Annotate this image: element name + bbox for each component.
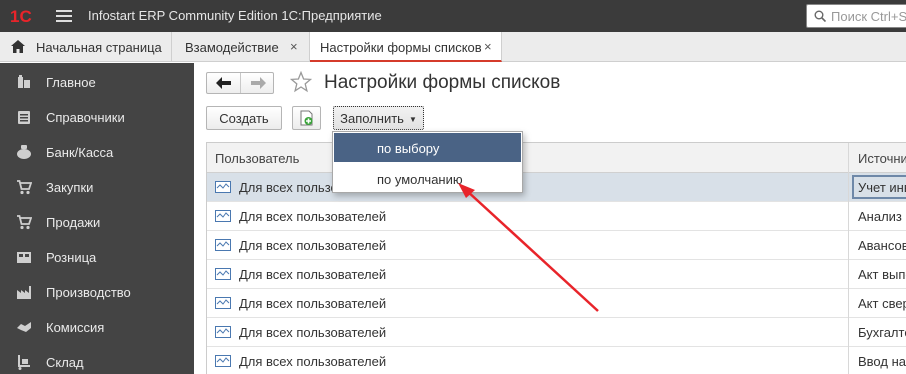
production-icon [17, 286, 31, 299]
list-setting-icon [215, 239, 231, 251]
fill-button-label: Заполнить [340, 111, 404, 126]
sidebar-item-sales[interactable]: Продажи [0, 204, 194, 239]
retail-icon [17, 252, 31, 263]
sidebar-item-label: Производство [46, 285, 131, 300]
sidebar-item-label: Банк/Касса [46, 145, 114, 160]
home-icon [11, 40, 25, 53]
sidebar-item-production[interactable]: Производство [0, 274, 194, 309]
tab-bar: Начальная страница Взамодействие × Настр… [0, 32, 906, 62]
sidebar-item-label: Розница [46, 250, 97, 265]
user-cell: Для всех пользователей [239, 296, 387, 311]
favorite-star-icon[interactable] [290, 71, 312, 93]
list-setting-icon [215, 326, 231, 338]
list-setting-icon [215, 268, 231, 280]
menu-item-by-choice[interactable]: по выбору [334, 133, 521, 162]
sidebar-item-label: Комиссия [46, 320, 105, 335]
user-cell: Для всех пользователей [239, 325, 387, 340]
sidebar-item-catalogs[interactable]: Справочники [0, 99, 194, 134]
sidebar-item-retail[interactable]: Розница [0, 239, 194, 274]
page-title: Настройки формы списков [324, 72, 561, 93]
table-row[interactable]: Для всех пользователей Акт сверк [207, 289, 906, 318]
sidebar-item-commission[interactable]: Комиссия [0, 309, 194, 344]
tab-close-icon[interactable]: × [290, 39, 298, 54]
add-copy-icon [300, 110, 313, 126]
main-icon [18, 75, 30, 88]
source-cell: Анализ [858, 209, 902, 224]
tab-list-form-settings[interactable]: Настройки формы списков × [310, 32, 502, 62]
tab-home[interactable]: Начальная страница [0, 32, 172, 62]
list-setting-icon [215, 355, 231, 367]
tab-home-label: Начальная страница [36, 40, 162, 55]
source-cell: Бухгалтер [858, 325, 906, 340]
table-row[interactable]: Для всех пользователей Акт выпо [207, 260, 906, 289]
settings-table: Пользователь Источни Для всех пользоват … [206, 142, 906, 374]
list-setting-icon [215, 297, 231, 309]
dropdown-arrow-icon: ▼ [408, 115, 417, 124]
tab-interaction-label: Взамодействие [185, 40, 279, 55]
fill-dropdown-menu: по выбору по умолчанию [332, 131, 523, 193]
column-header-user[interactable]: Пользователь [215, 151, 299, 166]
warehouse-icon [18, 355, 30, 370]
search-icon [814, 10, 826, 22]
list-setting-icon [215, 181, 231, 193]
bank-icon [17, 145, 31, 159]
menu-item-by-default[interactable]: по умолчанию [334, 164, 521, 193]
title-bar: 1С Infostart ERP Community Edition 1С:Пр… [0, 0, 906, 32]
search-placeholder: Поиск Ctrl+Shift+F [831, 9, 906, 24]
history-nav [206, 72, 274, 94]
sidebar-item-label: Справочники [46, 110, 125, 125]
tab-list-form-settings-label: Настройки формы списков [320, 40, 482, 55]
create-button[interactable]: Создать [206, 106, 282, 130]
main-content: Настройки формы списков Создать Заполнит… [194, 63, 906, 374]
search-input[interactable]: Поиск Ctrl+Shift+F [806, 4, 906, 28]
sidebar-item-bank[interactable]: Банк/Касса [0, 134, 194, 169]
catalogs-icon [18, 111, 30, 124]
table-row[interactable]: Для всех пользователей Авансов [207, 231, 906, 260]
sales-icon [17, 215, 32, 230]
sidebar-item-label: Склад [46, 355, 84, 370]
app-title: Infostart ERP Community Edition 1С:Предп… [88, 8, 382, 23]
user-cell: Для всех пользователей [239, 238, 387, 253]
list-setting-icon [215, 210, 231, 222]
svg-text:1С: 1С [10, 7, 32, 25]
copy-button[interactable] [292, 106, 321, 130]
source-cell: Учет инв [858, 180, 906, 195]
tab-close-icon[interactable]: × [484, 39, 492, 54]
commission-icon [17, 322, 31, 332]
sidebar-item-label: Продажи [46, 215, 101, 230]
source-cell: Ввод нач [858, 354, 906, 369]
fill-dropdown-button[interactable]: Заполнить ▼ [333, 106, 424, 130]
user-cell: Для всех пользователей [239, 209, 387, 224]
sidebar-item-purchases[interactable]: Закупки [0, 169, 194, 204]
user-cell: Для всех пользователей [239, 354, 387, 369]
column-divider [848, 143, 849, 374]
table-row[interactable]: Для всех пользоват Учет инв [207, 173, 906, 202]
source-cell: Акт выпо [858, 267, 906, 282]
source-cell: Авансов [858, 238, 906, 253]
table-header: Пользователь Источни [207, 143, 906, 173]
table-row[interactable]: Для всех пользователей Бухгалтер [207, 318, 906, 347]
column-header-source[interactable]: Источни [858, 151, 906, 166]
sidebar-item-label: Закупки [46, 180, 94, 195]
sidebar: Главное Справочники Банк/Касса Закупки П… [0, 63, 194, 374]
forward-arrow-icon[interactable] [250, 76, 266, 90]
table-row[interactable]: Для всех пользователей Анализ [207, 202, 906, 231]
1c-logo: 1С [10, 7, 32, 25]
purchases-icon [17, 180, 32, 195]
table-row[interactable]: Для всех пользователей Ввод нач [207, 347, 906, 374]
user-cell: Для всех пользователей [239, 267, 387, 282]
main-menu-icon[interactable] [56, 10, 72, 22]
sidebar-item-warehouse[interactable]: Склад [0, 344, 194, 374]
source-cell: Акт сверк [858, 296, 906, 311]
sidebar-item-main[interactable]: Главное [0, 64, 194, 99]
back-arrow-icon[interactable] [216, 76, 232, 90]
sidebar-item-label: Главное [46, 75, 96, 90]
tab-interaction[interactable]: Взамодействие × [172, 32, 310, 62]
